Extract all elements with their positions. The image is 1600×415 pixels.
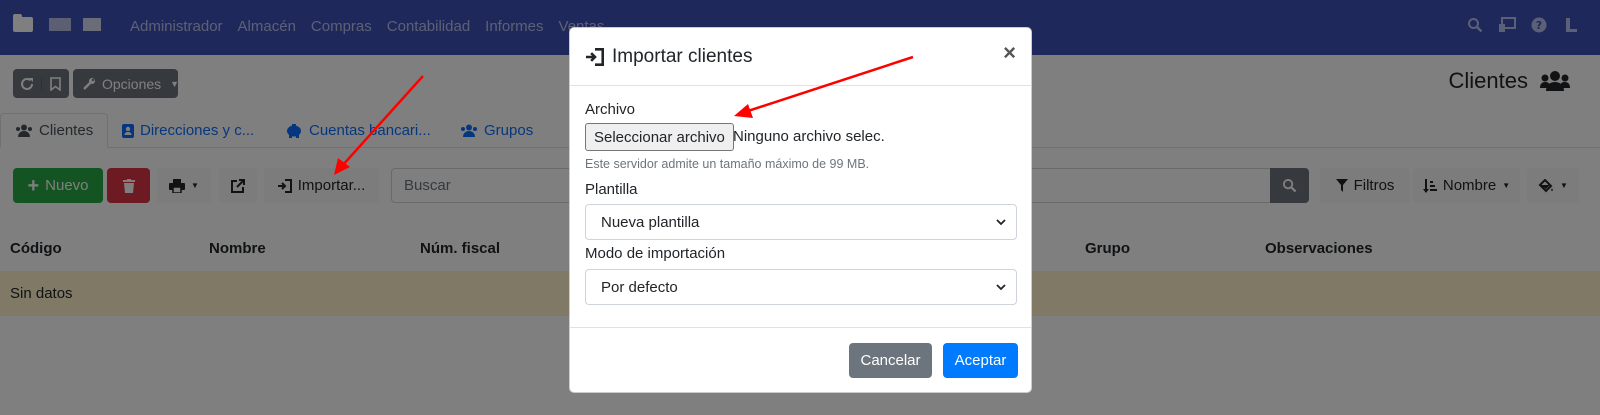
annotation-arrows xyxy=(334,55,914,175)
arrow-to-file-button xyxy=(734,55,914,118)
arrow-to-import-button xyxy=(334,75,424,175)
